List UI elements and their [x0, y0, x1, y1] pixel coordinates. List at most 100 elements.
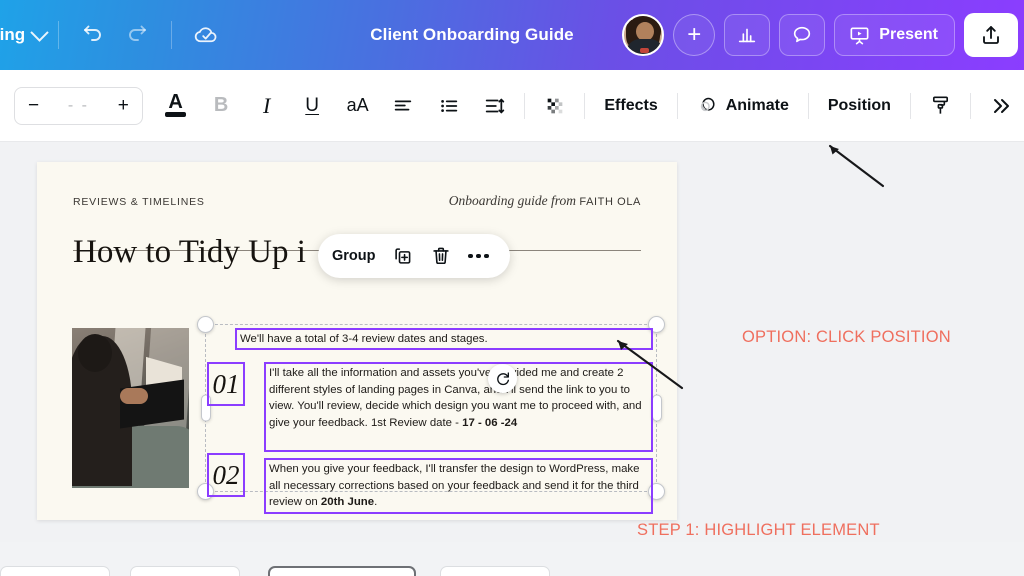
line-spacing-icon: [485, 98, 505, 113]
item-01-date: 17 - 06 -24: [462, 416, 518, 429]
redo-icon: [129, 25, 147, 41]
position-button[interactable]: Position: [816, 85, 903, 127]
page-byline: Onboarding guide from FAITH OLA: [449, 193, 641, 209]
effects-label: Effects: [604, 96, 658, 114]
present-button[interactable]: Present: [834, 14, 955, 56]
annotation-step1: STEP 1: HIGHLIGHT ELEMENT: [637, 521, 880, 539]
item-01-body: I'll take all the information and assets…: [269, 367, 642, 429]
byline-italic: Onboarding guide from: [448, 193, 576, 208]
page-heading[interactable]: How to Tidy Up i: [73, 234, 306, 271]
page-thumbnail[interactable]: [440, 566, 550, 576]
topbar-left-group: ting: [0, 13, 228, 57]
undo-button[interactable]: [71, 13, 115, 57]
page-thumbnail[interactable]: [130, 566, 240, 576]
page-kicker: REVIEWS & TIMELINES: [73, 196, 205, 208]
font-size-decrease-button[interactable]: −: [28, 96, 39, 115]
font-size-increase-button[interactable]: +: [118, 96, 129, 115]
animate-circle-icon: [700, 97, 715, 112]
case-label: aA: [346, 95, 369, 115]
position-label: Position: [827, 96, 891, 114]
letter-case-button[interactable]: aA: [335, 84, 381, 128]
italic-button[interactable]: I: [244, 84, 290, 128]
topbar-right-group: + Present: [622, 0, 1024, 70]
rotate-handle-icon: [496, 371, 509, 385]
avatar[interactable]: [622, 14, 665, 56]
document-title[interactable]: Client Onboarding Guide: [370, 25, 573, 45]
rotate-handle[interactable]: [488, 364, 517, 393]
photo-head: [78, 334, 112, 372]
underline-label: U: [305, 94, 320, 116]
resize-handle-top-left[interactable]: [197, 316, 214, 333]
align-button[interactable]: [380, 84, 426, 128]
bold-label: B: [213, 94, 229, 116]
invite-button[interactable]: +: [673, 14, 716, 56]
selected-number-02[interactable]: 02: [207, 453, 245, 497]
selected-text-lead[interactable]: We'll have a total of 3-4 review dates a…: [235, 328, 653, 350]
more-dots-icon: [468, 253, 489, 259]
selected-text-item-01[interactable]: I'll take all the information and assets…: [264, 362, 653, 452]
divider: [676, 92, 678, 119]
save-status-button[interactable]: [184, 13, 228, 57]
effects-button[interactable]: Effects: [592, 85, 669, 127]
edit-mode-label: ting: [0, 25, 26, 44]
duplicate-button[interactable]: [386, 239, 420, 273]
analytics-button[interactable]: [724, 14, 771, 56]
more-options-button[interactable]: [978, 84, 1024, 128]
animate-label: Animate: [725, 96, 789, 114]
text-color-swatch: [165, 112, 187, 117]
page-header: REVIEWS & TIMELINES Onboarding guide fro…: [73, 193, 641, 251]
text-color-button[interactable]: A: [153, 84, 199, 128]
divider: [584, 92, 586, 119]
chevron-double-right-icon: [994, 98, 1010, 113]
page-thumbnail-strip[interactable]: [0, 542, 1024, 576]
annotation-arrow-step1: [616, 339, 684, 390]
item-01-text: I'll take all the information and assets…: [266, 364, 651, 432]
text-color-letter: A: [168, 91, 183, 113]
top-app-bar: ting Client Onboarding Guide: [0, 0, 1024, 70]
selected-text-item-02[interactable]: When you give your feedback, I'll transf…: [264, 458, 653, 514]
selection-group[interactable]: We'll have a total of 3-4 review dates a…: [197, 316, 665, 514]
page-photo[interactable]: [72, 328, 189, 488]
group-context-toolbar[interactable]: Group: [318, 234, 510, 278]
plus-icon: +: [687, 21, 702, 48]
underline-button[interactable]: U: [289, 84, 335, 128]
bold-button[interactable]: B: [198, 84, 244, 128]
item-02-date: 20th June: [320, 496, 375, 509]
more-actions-button[interactable]: [462, 239, 496, 273]
item-02-tail: .: [374, 496, 378, 509]
trash-icon: [432, 247, 449, 265]
projector-icon: [850, 26, 869, 44]
undo-icon: [84, 25, 102, 41]
align-left-icon: [394, 100, 412, 111]
page-thumbnail-active[interactable]: [268, 566, 416, 576]
transparency-checker-icon: [547, 98, 562, 113]
line-spacing-button[interactable]: [471, 84, 517, 128]
page-thumbnail[interactable]: [0, 566, 110, 576]
design-page[interactable]: REVIEWS & TIMELINES Onboarding guide fro…: [37, 162, 677, 520]
share-button[interactable]: [964, 13, 1018, 57]
lead-text: We'll have a total of 3-4 review dates a…: [240, 333, 488, 345]
divider: [171, 21, 173, 49]
edit-mode-dropdown[interactable]: ting: [0, 22, 49, 45]
canvas-area[interactable]: REVIEWS & TIMELINES Onboarding guide fro…: [0, 142, 1024, 542]
paint-roller-button[interactable]: [918, 84, 964, 128]
group-button[interactable]: Group: [332, 248, 382, 264]
format-toolbar: − - - + A B I U aA Effects Animate Posit…: [0, 70, 1024, 142]
duplicate-icon: [394, 248, 410, 264]
comment-button[interactable]: [779, 14, 826, 56]
animate-button[interactable]: Animate: [685, 85, 801, 127]
divider: [807, 92, 809, 119]
selected-number-01[interactable]: 01: [207, 362, 245, 406]
bullet-list-button[interactable]: [426, 84, 472, 128]
divider: [909, 92, 911, 119]
font-size-stepper[interactable]: − - - +: [14, 86, 143, 125]
item-02-text: When you give your feedback, I'll transf…: [266, 460, 651, 512]
font-size-value: - -: [67, 96, 89, 114]
delete-button[interactable]: [424, 239, 458, 273]
avatar-detail: [640, 48, 650, 53]
transparency-button[interactable]: [532, 84, 578, 128]
redo-button[interactable]: [115, 13, 159, 57]
annotation-option-position: OPTION: CLICK POSITION: [742, 328, 951, 346]
resize-handle-right[interactable]: [651, 394, 662, 422]
share-upload-icon: [983, 26, 999, 44]
